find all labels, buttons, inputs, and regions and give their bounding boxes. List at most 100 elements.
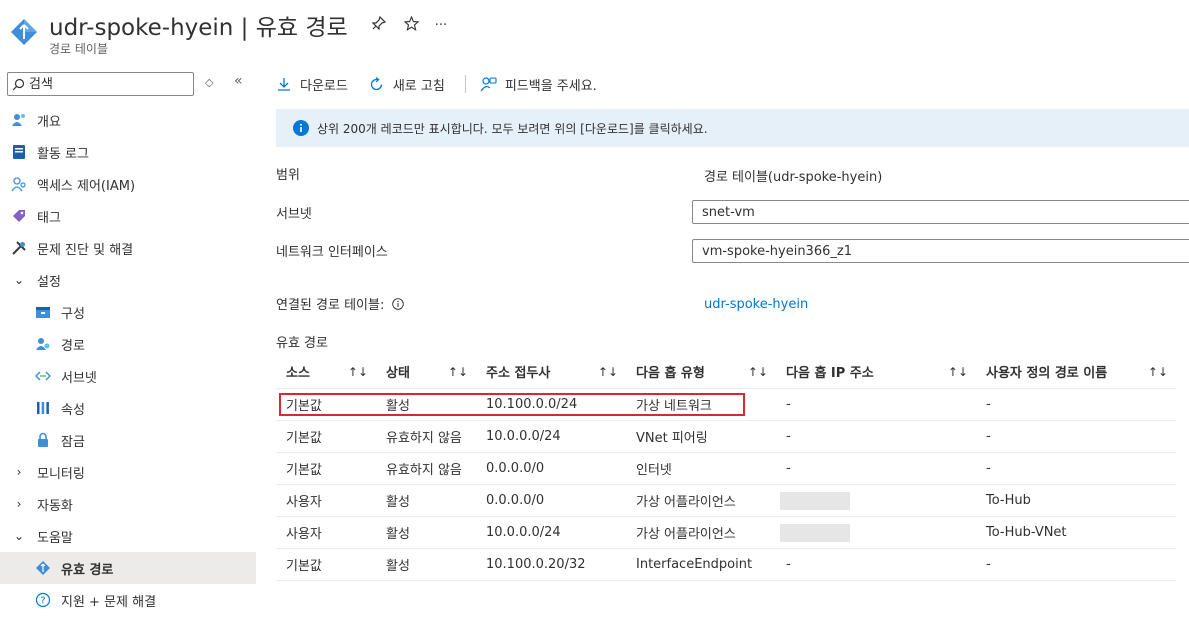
sidebar: ◇ « 개요 활동 로그 액세스 제어(IAM) 태그 문제 진단 및 해결 ⌄…	[0, 64, 258, 621]
chevron-down-icon: ⌄	[13, 273, 25, 287]
column-header-label: 상태	[386, 366, 410, 381]
sidebar-item-subnets[interactable]: 서브넷	[0, 360, 256, 392]
column-header-label: 사용자 정의 경로 이름	[986, 366, 1108, 381]
column-header-next-hop-ip[interactable]: 다음 홉 IP 주소 ↑↓	[776, 355, 976, 388]
sidebar-item-label: 속성	[61, 402, 85, 418]
cell-prefix: 10.100.0.0/24	[486, 397, 578, 412]
sidebar-group-automation[interactable]: › 자동화	[0, 488, 256, 520]
collapse-sidebar-button[interactable]: «	[234, 73, 243, 89]
column-header-udr-name[interactable]: 사용자 정의 경로 이름 ↑↓	[976, 355, 1176, 388]
redacted-ip	[780, 523, 850, 542]
table-row[interactable]: 기본값 유효하지 않음 0.0.0.0/0 인터넷 - -	[276, 453, 1176, 485]
overview-icon	[11, 112, 27, 128]
sidebar-item-overview[interactable]: 개요	[0, 104, 256, 136]
table-row[interactable]: 기본값 유효하지 않음 10.0.0.0/24 VNet 피어링 - -	[276, 421, 1176, 453]
cell-udr-name: -	[986, 557, 991, 572]
cell-next-hop-type: VNet 피어링	[636, 431, 708, 446]
cell-state: 유효하지 않음	[386, 463, 462, 478]
sidebar-item-label: 구성	[61, 306, 85, 322]
download-button[interactable]: 다운로드	[276, 75, 348, 94]
chevron-right-icon: ›	[16, 465, 22, 479]
column-header-state[interactable]: 상태 ↑↓	[376, 355, 476, 388]
linked-route-table-label-row: 연결된 경로 테이블:	[276, 294, 405, 313]
sidebar-search[interactable]	[7, 72, 194, 96]
sort-icon[interactable]: ↑↓	[348, 365, 368, 379]
cell-state: 활성	[386, 495, 410, 510]
cell-state: 유효하지 않음	[386, 431, 462, 446]
sort-icon[interactable]: ↑↓	[1148, 365, 1168, 379]
refresh-label: 새로 고침	[392, 78, 445, 94]
sidebar-item-activity-log[interactable]: 활동 로그	[0, 136, 256, 168]
sidebar-item-diagnose[interactable]: 문제 진단 및 해결	[0, 232, 256, 264]
sidebar-group-settings[interactable]: ⌄ 설정	[0, 264, 256, 296]
sidebar-group-monitoring[interactable]: › 모니터링	[0, 456, 256, 488]
cell-next-hop-type: InterfaceEndpoint	[636, 557, 753, 572]
more-icon[interactable]: ···	[435, 18, 447, 33]
refresh-button[interactable]: 새로 고침	[368, 75, 445, 94]
sidebar-item-locks[interactable]: 잠금	[0, 424, 256, 456]
sidebar-item-iam[interactable]: 액세스 제어(IAM)	[0, 168, 256, 200]
table-row[interactable]: 사용자 활성 0.0.0.0/0 가상 어플라이언스 To-Hub	[276, 485, 1176, 517]
expand-toggle-icon[interactable]: ◇	[205, 76, 213, 89]
sort-icon[interactable]: ↑↓	[448, 365, 468, 379]
feedback-button[interactable]: 피드백을 주세요.	[480, 75, 597, 94]
cell-next-hop-ip: -	[786, 557, 791, 572]
column-header-next-hop-type[interactable]: 다음 홉 유형 ↑↓	[626, 355, 776, 388]
sidebar-item-label: 모니터링	[37, 466, 85, 482]
nic-dropdown[interactable]: vm-spoke-hyein366_z1	[692, 239, 1189, 263]
sidebar-item-effective-routes[interactable]: 유효 경로	[0, 552, 256, 584]
cell-udr-name: To-Hub-VNet	[986, 525, 1067, 540]
info-banner: 상위 200개 레코드만 표시합니다. 모두 보려면 위의 [다운로드]를 클릭…	[276, 109, 1189, 147]
svg-text:?: ?	[40, 596, 45, 607]
feedback-label: 피드백을 주세요.	[504, 78, 597, 94]
routes-icon	[35, 336, 51, 352]
cell-next-hop-ip	[776, 485, 976, 516]
pin-icon[interactable]	[371, 15, 386, 34]
cell-prefix: 10.0.0.0/24	[486, 429, 561, 444]
effective-routes-table: 소스 ↑↓ 상태 ↑↓ 주소 접두사 ↑↓ 다음 홉 유형 ↑↓ 다음 홉 IP…	[276, 355, 1176, 581]
lock-icon	[35, 432, 51, 448]
cell-source: 기본값	[286, 559, 322, 574]
search-input[interactable]	[29, 76, 179, 92]
sidebar-item-label: 자동화	[37, 498, 73, 514]
feedback-icon	[480, 76, 497, 93]
activity-log-icon	[11, 144, 27, 160]
sidebar-group-help[interactable]: ⌄ 도움말	[0, 520, 256, 552]
sidebar-item-label: 지원 + 문제 해결	[61, 594, 157, 610]
column-header-source[interactable]: 소스 ↑↓	[276, 355, 376, 388]
sidebar-item-config[interactable]: 구성	[0, 296, 256, 328]
sidebar-item-support[interactable]: ? 지원 + 문제 해결	[0, 584, 256, 616]
download-label: 다운로드	[300, 78, 348, 94]
cell-prefix: 0.0.0.0/0	[486, 461, 545, 476]
column-header-label: 다음 홉 유형	[636, 366, 705, 381]
star-icon[interactable]	[403, 15, 420, 35]
sidebar-item-label: 도움말	[37, 530, 73, 546]
column-header-prefix[interactable]: 주소 접두사 ↑↓	[476, 355, 626, 388]
table-row[interactable]: 기본값 활성 10.100.0.20/32 InterfaceEndpoint …	[276, 549, 1176, 581]
download-icon	[276, 76, 292, 92]
cell-prefix: 10.100.0.20/32	[486, 557, 586, 572]
iam-icon	[11, 176, 27, 192]
table-row[interactable]: 기본값 활성 10.100.0.0/24 가상 네트워크 - -	[276, 389, 1176, 421]
cell-udr-name: To-Hub	[986, 493, 1031, 508]
table-row[interactable]: 사용자 활성 10.0.0.0/24 가상 어플라이언스 To-Hub-VNet	[276, 517, 1176, 549]
cell-source: 사용자	[286, 527, 322, 542]
sort-icon[interactable]: ↑↓	[598, 365, 618, 379]
sidebar-item-routes[interactable]: 경로	[0, 328, 256, 360]
sidebar-item-properties[interactable]: 속성	[0, 392, 256, 424]
scope-label: 범위	[276, 168, 300, 183]
cell-state: 활성	[386, 527, 410, 542]
cell-udr-name: -	[986, 461, 991, 476]
info-text: 상위 200개 레코드만 표시합니다. 모두 보려면 위의 [다운로드]를 클릭…	[317, 121, 708, 136]
column-header-label: 주소 접두사	[486, 366, 551, 381]
cell-source: 사용자	[286, 495, 322, 510]
info-tooltip-icon[interactable]	[392, 297, 405, 310]
effective-routes-section-title: 유효 경로	[276, 336, 328, 351]
sidebar-item-tags[interactable]: 태그	[0, 200, 256, 232]
sort-icon[interactable]: ↑↓	[948, 365, 968, 379]
sidebar-item-label: 유효 경로	[61, 562, 114, 578]
properties-icon	[35, 400, 51, 416]
linked-route-table-link[interactable]: udr-spoke-hyein	[704, 297, 808, 312]
sort-icon[interactable]: ↑↓	[748, 365, 768, 379]
subnet-dropdown[interactable]: snet-vm	[692, 200, 1189, 224]
